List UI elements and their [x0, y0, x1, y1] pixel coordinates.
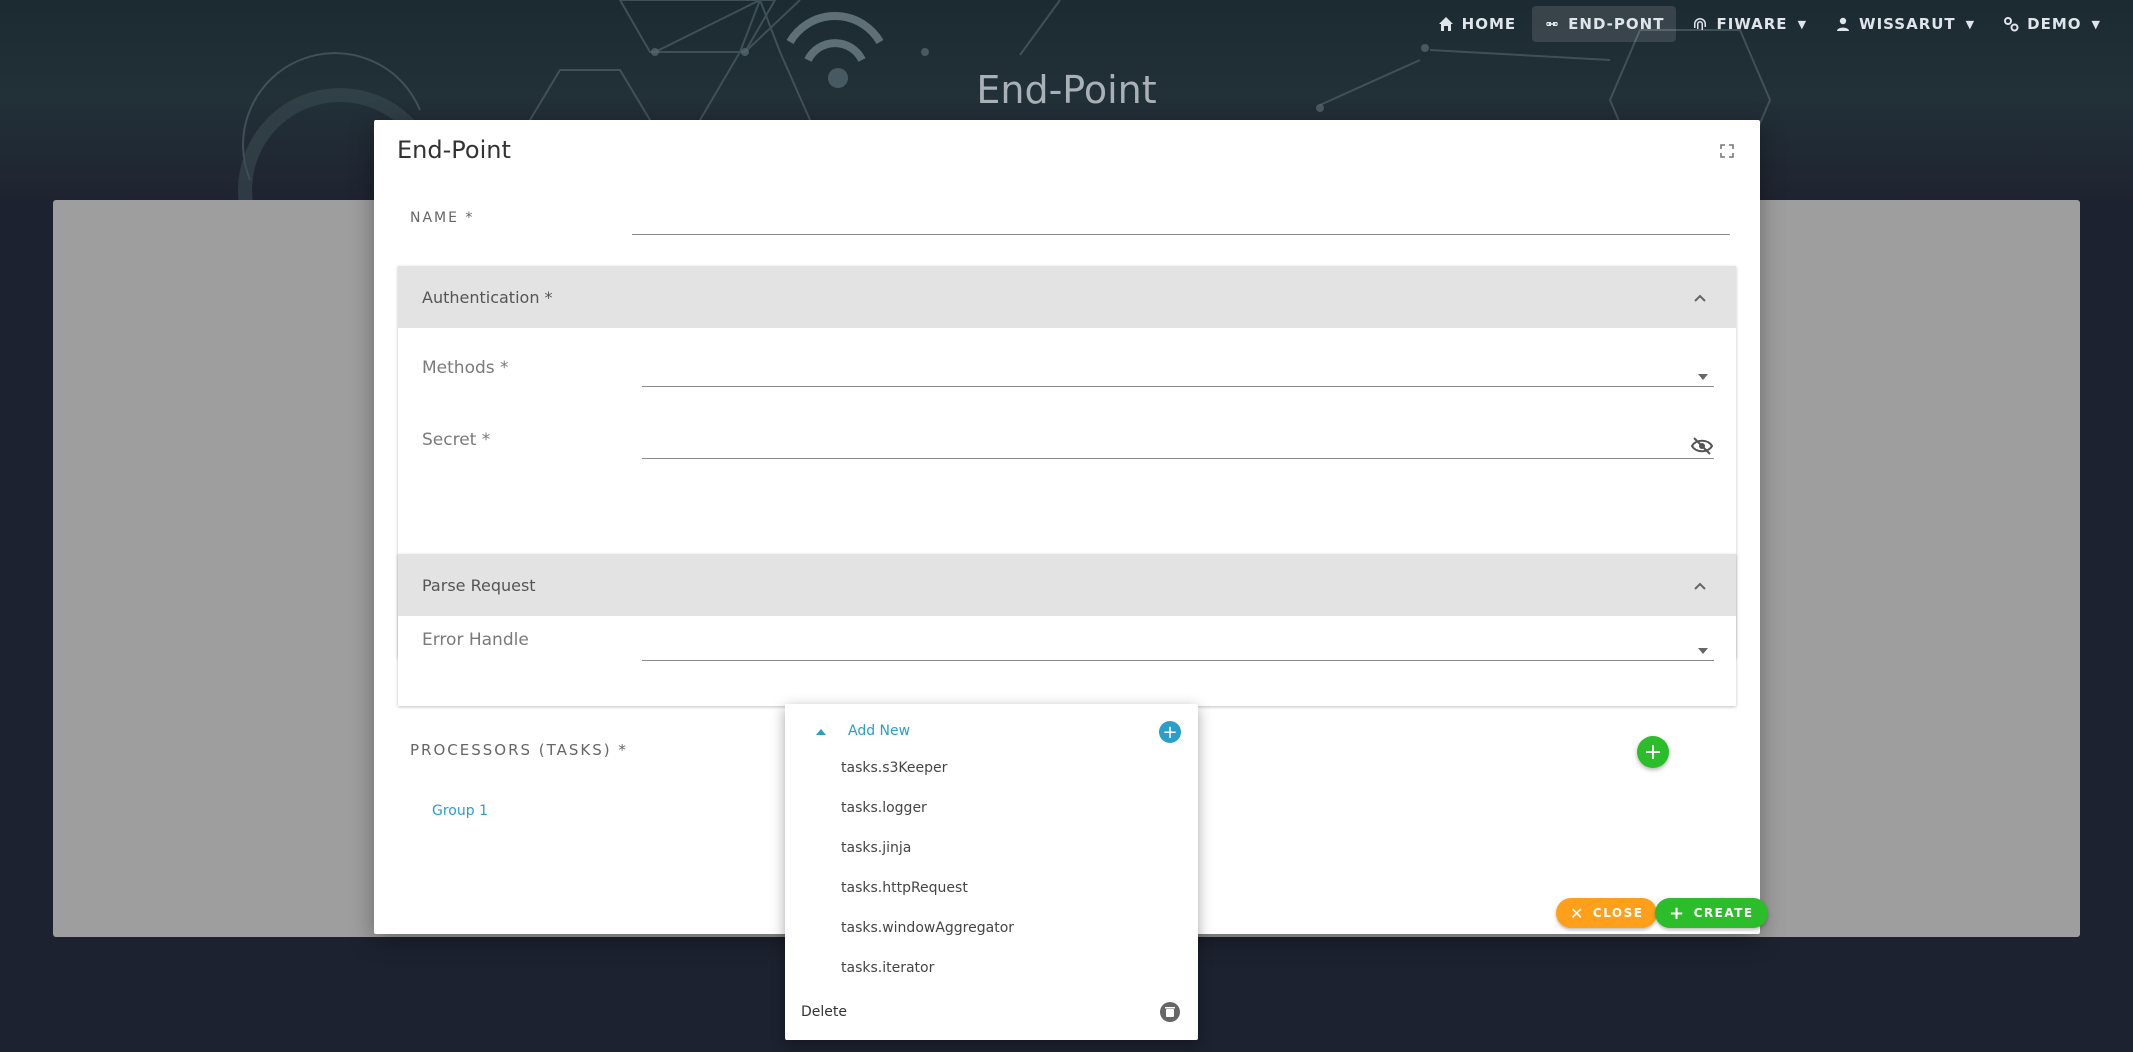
- menu-item-windowaggregator[interactable]: tasks.windowAggregator: [841, 920, 1014, 936]
- menu-item-jinja[interactable]: tasks.jinja: [841, 840, 911, 856]
- error-handle-label: Error Handle: [422, 630, 529, 650]
- authentication-title: Authentication *: [422, 287, 553, 307]
- modal-title: End-Point: [397, 136, 511, 164]
- create-button[interactable]: + CREATE: [1655, 898, 1768, 928]
- chevron-down-icon: ▼: [1797, 17, 1808, 31]
- parse-request-header[interactable]: Parse Request: [398, 554, 1736, 616]
- nav-demo-label: DEMO: [2027, 15, 2082, 33]
- secret-label: Secret *: [422, 430, 491, 450]
- group-1-link[interactable]: Group 1: [432, 803, 488, 819]
- menu-item-s3keeper[interactable]: tasks.s3Keeper: [841, 760, 947, 776]
- chevron-down-icon: ▼: [1965, 17, 1976, 31]
- nav-home-label: HOME: [1461, 15, 1517, 33]
- menu-item-iterator[interactable]: tasks.iterator: [841, 960, 934, 976]
- delete-menu-item[interactable]: Delete: [801, 1004, 847, 1020]
- nav-fiware[interactable]: FIWARE ▼: [1680, 6, 1819, 42]
- close-button[interactable]: ✕ CLOSE: [1556, 898, 1658, 928]
- home-icon: [1438, 17, 1453, 31]
- nav-endpoint[interactable]: END-PONT: [1532, 6, 1677, 42]
- parse-request-section: Parse Request Error Handle: [398, 554, 1736, 706]
- nav-fiware-label: FIWARE: [1716, 15, 1788, 33]
- error-handle-select[interactable]: [642, 632, 1714, 661]
- add-new-label[interactable]: Add New: [848, 723, 910, 739]
- close-icon: ✕: [1570, 903, 1585, 923]
- triangle-up-icon: [816, 729, 826, 735]
- eye-off-icon[interactable]: [1690, 436, 1714, 456]
- trash-icon[interactable]: [1159, 1001, 1181, 1023]
- chevron-down-icon: ▼: [2091, 17, 2101, 31]
- processors-label: PROCESSORS (TASKS) *: [410, 741, 628, 759]
- methods-select[interactable]: [642, 358, 1714, 387]
- user-icon: [1837, 17, 1850, 31]
- dropdown-arrow-icon: [1698, 374, 1708, 380]
- nav-user-label: WISSARUT: [1859, 15, 1956, 33]
- task-dropdown-menu: Add New + tasks.s3Keeper tasks.logger ta…: [785, 704, 1198, 1040]
- menu-item-logger[interactable]: tasks.logger: [841, 800, 927, 816]
- methods-label: Methods *: [422, 358, 509, 378]
- authentication-header[interactable]: Authentication *: [398, 266, 1736, 328]
- nav-demo[interactable]: DEMO ▼: [1991, 6, 2113, 42]
- parse-request-title: Parse Request: [422, 575, 536, 595]
- fingerprint-icon: [1694, 18, 1707, 30]
- create-button-label: CREATE: [1693, 906, 1754, 920]
- dropdown-arrow-icon: [1698, 648, 1708, 654]
- nav-home[interactable]: HOME: [1426, 6, 1528, 42]
- fullscreen-icon[interactable]: [1720, 144, 1734, 158]
- secret-input[interactable]: [642, 430, 1714, 459]
- add-new-row[interactable]: Add New +: [785, 714, 1198, 750]
- nav-endpoint-label: END-PONT: [1568, 15, 1665, 33]
- chevron-up-icon: [1694, 294, 1706, 302]
- name-input[interactable]: [632, 202, 1730, 235]
- nav-user[interactable]: WISSARUT ▼: [1823, 6, 1987, 42]
- add-circle-icon[interactable]: +: [1159, 721, 1181, 743]
- gears-icon: [2004, 17, 2019, 32]
- menu-item-httprequest[interactable]: tasks.httpRequest: [841, 880, 968, 896]
- top-nav: HOME END-PONT FIWARE ▼ WISSARUT ▼ DEMO ▼: [1422, 6, 2113, 42]
- add-processor-button[interactable]: +: [1637, 736, 1669, 768]
- plus-icon: +: [1669, 902, 1686, 924]
- chevron-up-icon: [1694, 582, 1706, 590]
- page-title: End-Point: [976, 68, 1157, 112]
- plus-icon: +: [1643, 739, 1663, 765]
- link-icon: [1546, 22, 1558, 26]
- name-label: NAME *: [410, 210, 475, 226]
- close-button-label: CLOSE: [1592, 906, 1644, 920]
